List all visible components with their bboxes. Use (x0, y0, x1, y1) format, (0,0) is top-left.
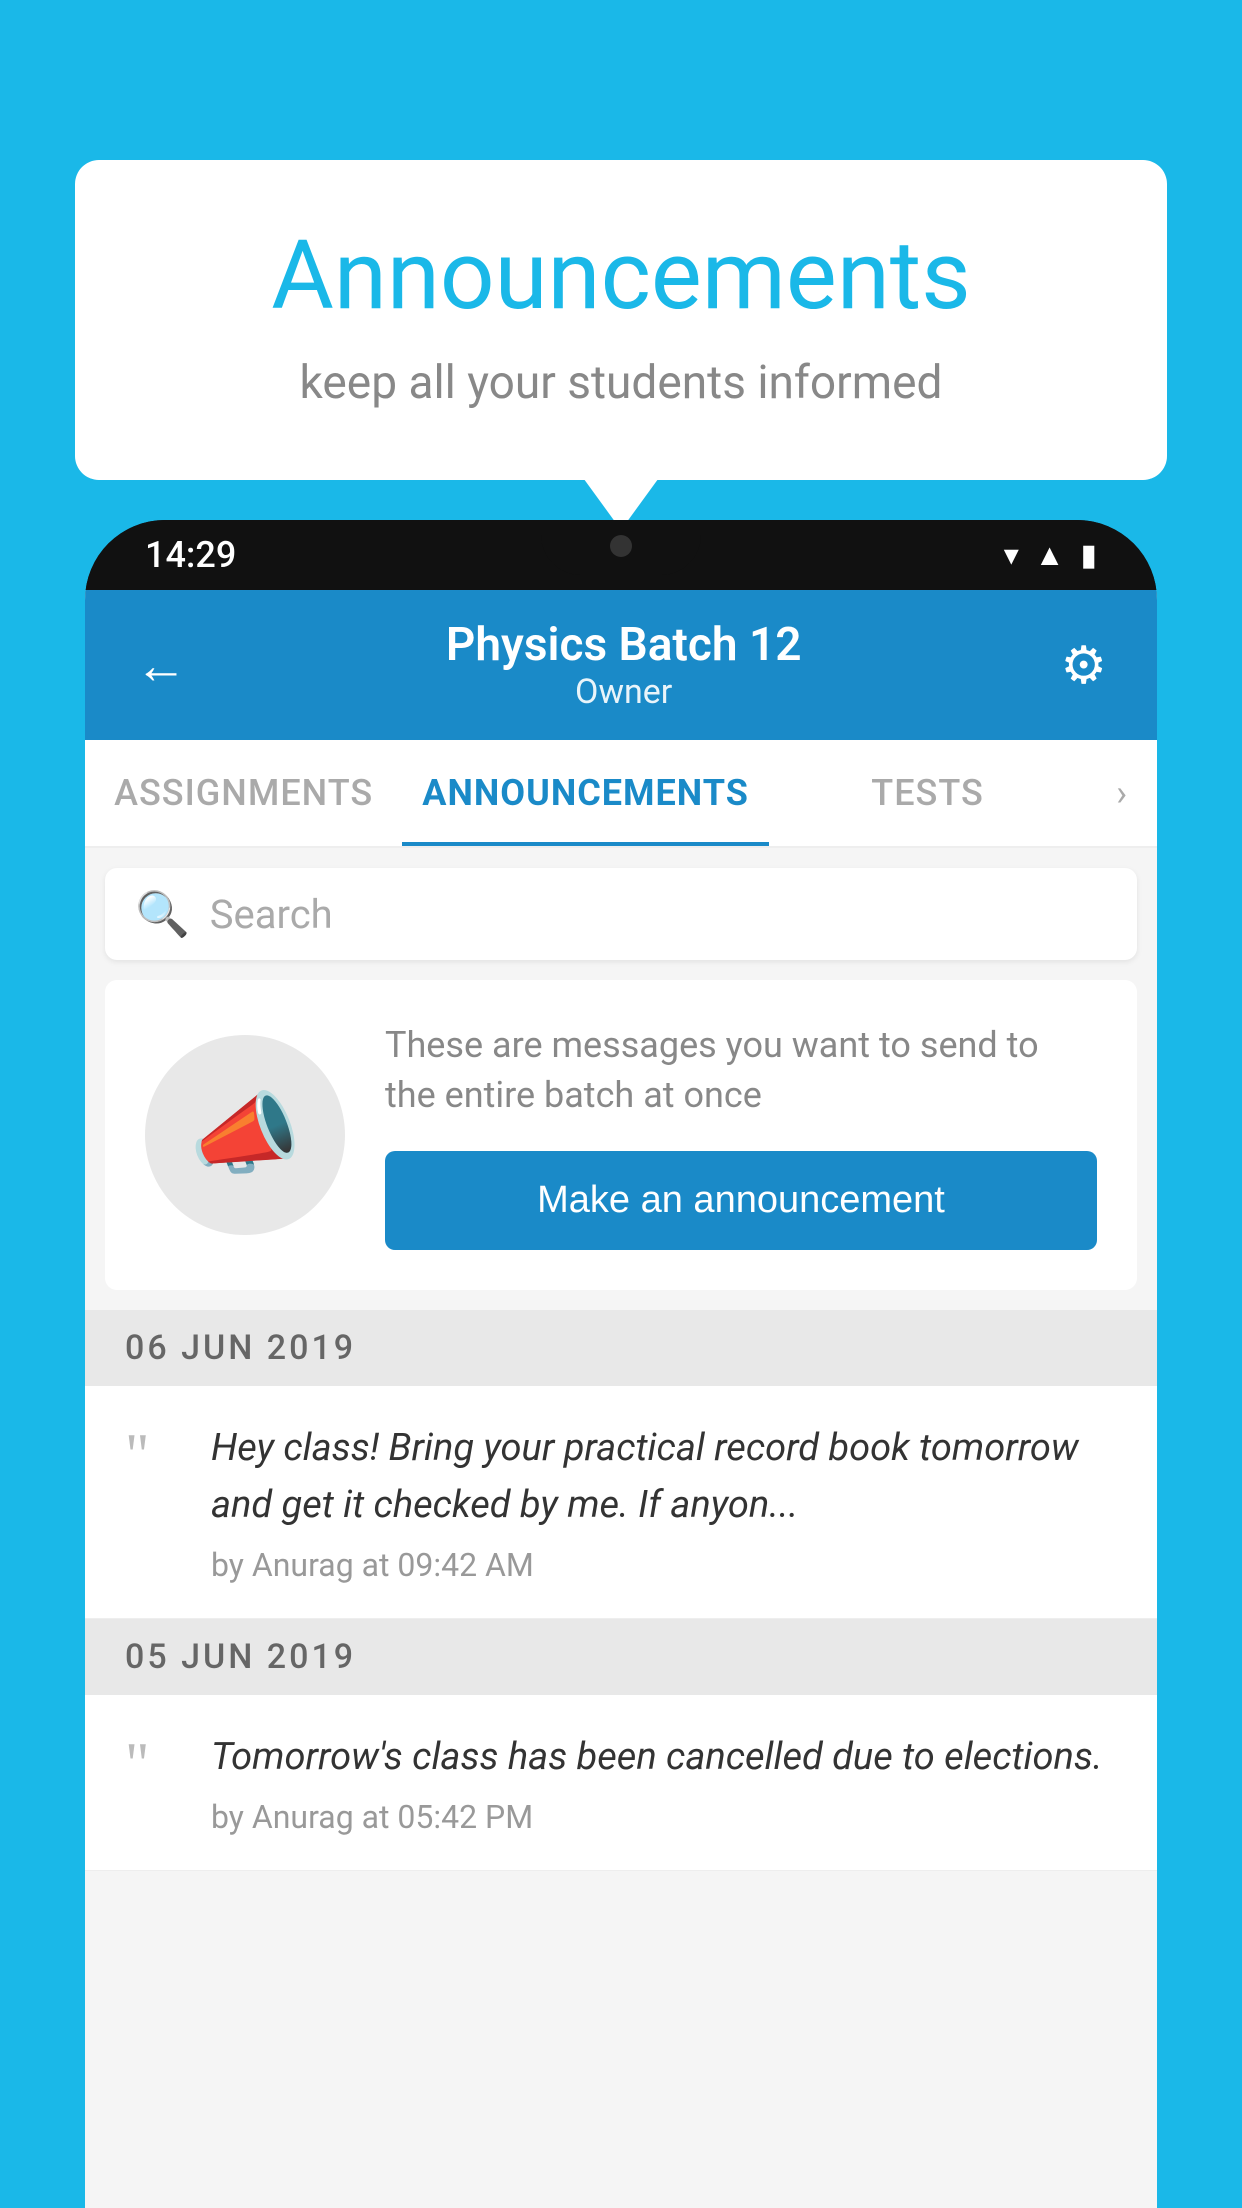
header-title-group: Physics Batch 12 Owner (446, 618, 802, 712)
tab-more[interactable]: › (1086, 740, 1157, 846)
promo-description: These are messages you want to send to t… (385, 1020, 1097, 1121)
announcement-meta-2: by Anurag at 05:42 PM (211, 1798, 1117, 1836)
speech-bubble-container: Announcements keep all your students inf… (75, 160, 1167, 480)
camera-dot (610, 535, 632, 557)
wifi-icon: ▾ (1004, 538, 1019, 573)
header-subtitle: Owner (446, 672, 802, 712)
battery-icon: ▮ (1080, 538, 1097, 573)
announcement-meta-1: by Anurag at 09:42 AM (211, 1546, 1117, 1584)
speech-bubble-subtitle: keep all your students informed (155, 356, 1087, 410)
app-header: ← Physics Batch 12 Owner ⚙ (85, 590, 1157, 740)
announcement-text-group-1: Hey class! Bring your practical record b… (211, 1420, 1117, 1584)
search-bar[interactable]: 🔍 Search (105, 868, 1137, 960)
speech-bubble: Announcements keep all your students inf… (75, 160, 1167, 480)
status-icons: ▾ ▲ ▮ (1004, 538, 1097, 573)
status-bar: 14:29 ▾ ▲ ▮ (85, 520, 1157, 590)
announcement-text-group-2: Tomorrow's class has been cancelled due … (211, 1729, 1117, 1836)
tab-tests[interactable]: TESTS (769, 740, 1086, 846)
make-announcement-button[interactable]: Make an announcement (385, 1151, 1097, 1250)
speech-bubble-title: Announcements (155, 220, 1087, 332)
signal-icon: ▲ (1035, 538, 1065, 573)
status-time: 14:29 (145, 534, 236, 576)
promo-right: These are messages you want to send to t… (385, 1020, 1097, 1250)
phone-frame: 14:29 ▾ ▲ ▮ ← Physics Batch 12 Owner ⚙ A… (85, 520, 1157, 2208)
app-screen: ← Physics Batch 12 Owner ⚙ ASSIGNMENTS A… (85, 590, 1157, 2208)
back-button[interactable]: ← (135, 635, 187, 696)
quote-icon-2: " (125, 1734, 175, 1794)
quote-icon-1: " (125, 1425, 175, 1485)
tab-announcements[interactable]: ANNOUNCEMENTS (402, 740, 769, 846)
date-separator-2: 05 JUN 2019 (85, 1619, 1157, 1695)
promo-icon-circle: 📣 (145, 1035, 345, 1235)
settings-icon[interactable]: ⚙ (1060, 635, 1107, 696)
announcement-promo: 📣 These are messages you want to send to… (105, 980, 1137, 1290)
date-separator-1: 06 JUN 2019 (85, 1310, 1157, 1386)
announcement-text-2: Tomorrow's class has been cancelled due … (211, 1729, 1117, 1786)
tabs-bar: ASSIGNMENTS ANNOUNCEMENTS TESTS › (85, 740, 1157, 848)
megaphone-icon: 📣 (189, 1082, 301, 1187)
content-area: 🔍 Search 📣 These are messages you want t… (85, 848, 1157, 2208)
search-placeholder: Search (210, 891, 333, 938)
search-icon: 🔍 (135, 888, 190, 940)
announcement-item-1[interactable]: " Hey class! Bring your practical record… (85, 1386, 1157, 1619)
tab-assignments[interactable]: ASSIGNMENTS (85, 740, 402, 846)
header-title: Physics Batch 12 (446, 618, 802, 672)
announcement-text-1: Hey class! Bring your practical record b… (211, 1420, 1117, 1534)
announcement-item-2[interactable]: " Tomorrow's class has been cancelled du… (85, 1695, 1157, 1871)
phone-notch (541, 520, 701, 575)
